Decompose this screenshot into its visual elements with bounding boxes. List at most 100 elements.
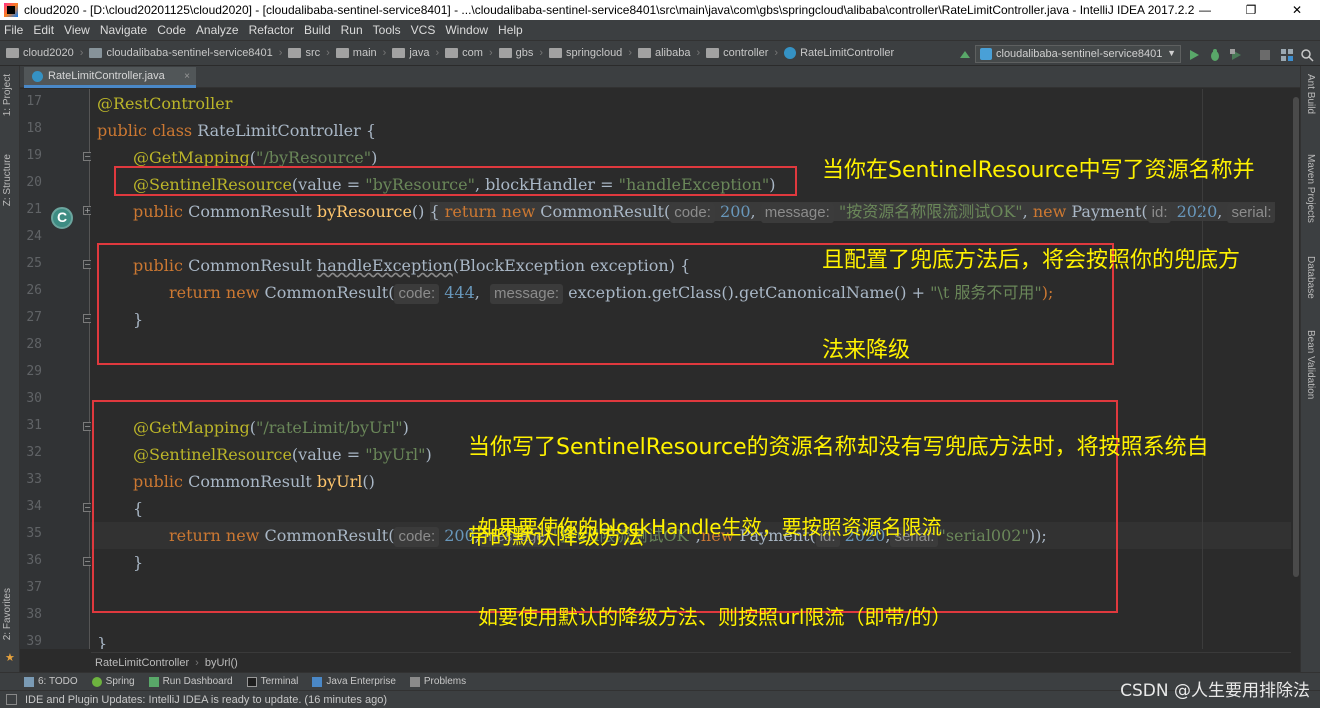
annotation-box-sentinel-blockhandler bbox=[114, 166, 797, 196]
menu-vcs[interactable]: VCS bbox=[411, 23, 436, 37]
todo-tool-button[interactable]: 6: TODO bbox=[24, 676, 78, 687]
scrollbar-thumb[interactable] bbox=[1293, 97, 1299, 577]
chevron-right-icon: › bbox=[435, 47, 440, 59]
spring-tool-button[interactable]: Spring bbox=[91, 676, 135, 687]
menu-analyze[interactable]: Analyze bbox=[196, 23, 239, 37]
chevron-right-icon: › bbox=[382, 47, 387, 59]
window-title-bar: cloud2020 - [D:\cloud20201125\cloud2020]… bbox=[0, 0, 1320, 20]
chevron-right-icon: › bbox=[79, 47, 84, 59]
breadcrumb-label: java bbox=[409, 47, 430, 59]
chevron-right-icon: › bbox=[195, 656, 199, 669]
breadcrumb-label: src bbox=[305, 47, 321, 59]
breadcrumb-controller[interactable]: controller › bbox=[706, 47, 778, 59]
editor-scrollbar[interactable] bbox=[1292, 89, 1300, 649]
java-enterprise-icon bbox=[312, 676, 323, 687]
breadcrumb-class[interactable]: RateLimitController bbox=[784, 47, 894, 59]
build-icon[interactable] bbox=[958, 48, 972, 62]
breadcrumb-com[interactable]: com › bbox=[445, 47, 493, 59]
coverage-icon[interactable] bbox=[1229, 48, 1243, 62]
line-number: 29 bbox=[26, 364, 42, 379]
database-tool-button[interactable]: Database bbox=[1305, 256, 1316, 299]
breadcrumb-alibaba[interactable]: alibaba › bbox=[637, 47, 701, 59]
favorites-tool-button[interactable]: 2: Favorites bbox=[2, 588, 13, 640]
breadcrumb-springcloud[interactable]: springcloud › bbox=[549, 47, 632, 59]
menu-window[interactable]: Window bbox=[445, 23, 488, 37]
terminal-icon bbox=[246, 676, 257, 687]
bean-validation-tool-button[interactable]: Bean Validation bbox=[1305, 330, 1316, 399]
annotation-text: 如果要使你的blockHandle生效，要按照资源名限流 bbox=[478, 515, 942, 539]
chevron-right-icon: › bbox=[278, 47, 283, 59]
problems-tool-button[interactable]: Problems bbox=[409, 676, 466, 687]
breadcrumb-main[interactable]: main › bbox=[335, 47, 387, 59]
param-hint: code: bbox=[670, 203, 715, 223]
breadcrumb-label: cloudalibaba-sentinel-service8401 bbox=[106, 47, 273, 59]
tool-window-label: Run Dashboard bbox=[162, 676, 233, 687]
menu-refactor[interactable]: Refactor bbox=[249, 23, 294, 37]
breadcrumb-java[interactable]: java › bbox=[392, 47, 439, 59]
todo-icon bbox=[24, 676, 34, 687]
run-configuration-select[interactable]: cloudalibaba-sentinel-service8401 ▼ bbox=[975, 45, 1181, 63]
tab-close-icon[interactable]: × bbox=[184, 71, 190, 82]
maven-projects-tool-button[interactable]: Maven Projects bbox=[1305, 154, 1316, 223]
terminal-tool-button[interactable]: Terminal bbox=[246, 676, 298, 687]
breadcrumb-label: alibaba bbox=[654, 47, 691, 59]
stop-icon[interactable] bbox=[1258, 48, 1272, 62]
menu-help[interactable]: Help bbox=[498, 23, 523, 37]
line-number: 38 bbox=[26, 607, 42, 622]
run-icon[interactable] bbox=[1187, 48, 1201, 62]
menu-navigate[interactable]: Navigate bbox=[100, 23, 147, 37]
debug-icon[interactable] bbox=[1208, 48, 1222, 62]
line-number: 31 bbox=[26, 418, 42, 433]
menu-view[interactable]: View bbox=[64, 23, 90, 37]
run-configuration-label: cloudalibaba-sentinel-service8401 bbox=[996, 48, 1163, 60]
line-number: 39 bbox=[26, 634, 42, 649]
line-number: 27 bbox=[26, 310, 42, 325]
menu-run[interactable]: Run bbox=[341, 23, 363, 37]
tool-windows-toggle-icon[interactable] bbox=[6, 694, 17, 705]
spring-icon bbox=[91, 676, 102, 687]
line-number: 28 bbox=[26, 337, 42, 352]
menu-edit[interactable]: Edit bbox=[33, 23, 54, 37]
java-enterprise-tool-button[interactable]: Java Enterprise bbox=[312, 676, 396, 687]
minimize-button[interactable]: — bbox=[1182, 0, 1228, 20]
line-number: 34 bbox=[26, 499, 42, 514]
close-button[interactable]: ✕ bbox=[1274, 0, 1320, 20]
folder-icon bbox=[392, 48, 406, 58]
breadcrumb-label: cloud2020 bbox=[23, 47, 74, 59]
breadcrumb-class[interactable]: RateLimitController bbox=[95, 657, 189, 669]
folder-icon bbox=[498, 48, 512, 58]
breadcrumb-src[interactable]: src › bbox=[288, 47, 330, 59]
class-icon bbox=[784, 47, 797, 59]
spring-bean-icon[interactable] bbox=[51, 207, 73, 229]
line-number: 33 bbox=[26, 472, 42, 487]
breadcrumb-label: main bbox=[352, 47, 377, 59]
menu-tools[interactable]: Tools bbox=[373, 23, 401, 37]
menu-code[interactable]: Code bbox=[157, 23, 186, 37]
maximize-button[interactable]: ❐ bbox=[1228, 0, 1274, 20]
breadcrumb-project[interactable]: cloud2020 › bbox=[6, 47, 83, 59]
breadcrumb-method[interactable]: byUrl() bbox=[205, 657, 238, 669]
tab-ratelimitcontroller[interactable]: RateLimitController.java × bbox=[24, 67, 196, 88]
ant-build-tool-button[interactable]: Ant Build bbox=[1305, 74, 1316, 114]
tool-window-label: Java Enterprise bbox=[326, 676, 396, 687]
chevron-right-icon: › bbox=[774, 47, 779, 59]
run-dashboard-tool-button[interactable]: Run Dashboard bbox=[148, 676, 233, 687]
project-structure-icon[interactable] bbox=[1280, 48, 1294, 62]
menu-bar: File Edit View Navigate Code Analyze Ref… bbox=[0, 20, 1320, 40]
annotation-text: 如要使用默认的降级方法、则按照url限流（即带/的） bbox=[478, 605, 952, 629]
menu-file[interactable]: File bbox=[4, 23, 23, 37]
annotation-text: 且配置了兜底方法后，将会按照你的兜底方 bbox=[822, 248, 1241, 273]
annotation-note-3: 如果要使你的blockHandle生效，要按照资源名限流 如要使用默认的降级方法… bbox=[478, 452, 951, 662]
search-icon[interactable] bbox=[1300, 48, 1314, 62]
folder-icon bbox=[637, 48, 651, 58]
breadcrumb-module[interactable]: cloudalibaba-sentinel-service8401 › bbox=[89, 47, 282, 59]
chevron-right-icon: › bbox=[696, 47, 701, 59]
menu-build[interactable]: Build bbox=[304, 23, 331, 37]
spring-boot-icon bbox=[980, 48, 992, 60]
project-tool-button[interactable]: 1: Project bbox=[2, 74, 13, 116]
structure-tool-button[interactable]: Z: Structure bbox=[2, 154, 13, 206]
status-message[interactable]: IDE and Plugin Updates: IntelliJ IDEA is… bbox=[25, 694, 387, 706]
breadcrumb-gbs[interactable]: gbs › bbox=[498, 47, 543, 59]
breadcrumb-label: springcloud bbox=[566, 47, 623, 59]
line-number: 35 bbox=[26, 526, 42, 541]
